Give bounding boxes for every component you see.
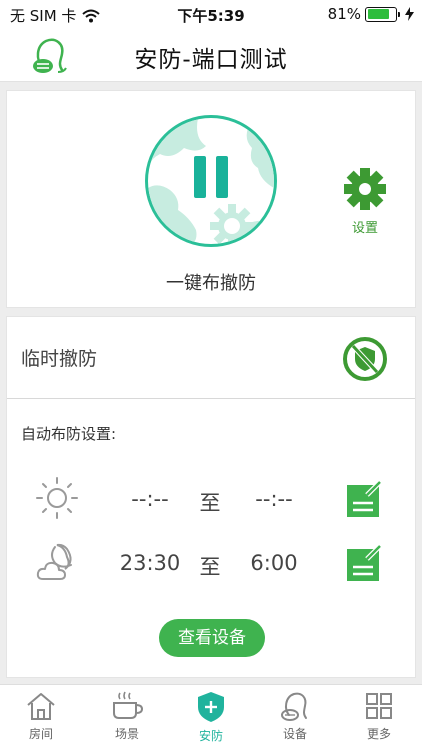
schedule-row-day: --:-- 至 --:-- [7, 475, 415, 525]
arm-panel-card: 一键布撤防 设置 [6, 90, 416, 308]
day-start-time[interactable]: --:-- [115, 487, 185, 511]
battery-percent: 81% [327, 5, 361, 23]
tab-label: 设备 [282, 727, 307, 741]
shield-plus-icon [198, 692, 224, 722]
settings-label: 设置 [351, 221, 378, 236]
temp-disarm-label: 临时撤防 [21, 348, 98, 370]
status-bar: 无 SIM 卡 下午5:39 81% [0, 0, 422, 28]
night-end-time[interactable]: 6:00 [239, 551, 309, 575]
schedule-row-night: 23:30 至 6:00 [7, 539, 415, 589]
disarm-card: 临时撤防 自动布防设置: --:-- 至 --:-- 23:30 至 6:00 … [6, 316, 416, 678]
battery-icon [365, 6, 400, 22]
grid-icon [366, 693, 392, 719]
tab-scenes[interactable]: 场景 [92, 691, 162, 749]
pause-globe-icon [148, 118, 274, 244]
day-end-time[interactable]: --:-- [239, 487, 309, 511]
gear-icon [344, 168, 386, 210]
device-icon [281, 692, 307, 721]
sun-icon [36, 477, 78, 519]
cup-icon [113, 691, 144, 719]
settings-button[interactable]: 设置 [340, 167, 390, 236]
edit-icon[interactable] [345, 543, 385, 583]
tab-more[interactable]: 更多 [344, 691, 414, 749]
tab-label: 场景 [114, 727, 139, 741]
shield-off-icon[interactable] [343, 337, 387, 381]
temp-disarm-row[interactable]: 临时撤防 [7, 317, 415, 399]
edit-icon[interactable] [345, 479, 385, 519]
view-devices-button[interactable]: 查看设备 [159, 619, 265, 657]
tab-label: 更多 [366, 727, 391, 741]
tab-devices[interactable]: 设备 [260, 691, 330, 749]
tab-label: 安防 [198, 729, 223, 743]
tab-bar: 房间 场景 安防 设备 更多 [0, 684, 422, 750]
auto-arm-title: 自动布防设置: [21, 425, 117, 443]
moon-cloud-icon [36, 543, 72, 580]
status-right: 81% [328, 5, 414, 23]
tab-rooms[interactable]: 房间 [6, 691, 76, 749]
day-separator: 至 [199, 491, 221, 515]
night-separator: 至 [199, 555, 221, 579]
nav-bar: 安防-端口测试 [0, 28, 422, 82]
home-icon [27, 693, 55, 720]
battery-fill [367, 9, 390, 19]
tab-label: 房间 [28, 727, 53, 741]
tab-security[interactable]: 安防 [176, 691, 246, 749]
one-key-arm-button[interactable] [145, 115, 277, 247]
page-title: 安防-端口测试 [134, 47, 288, 73]
charging-bolt-icon [405, 7, 414, 21]
night-start-time[interactable]: 23:30 [115, 551, 185, 575]
one-key-label: 一键布撤防 [166, 273, 256, 294]
